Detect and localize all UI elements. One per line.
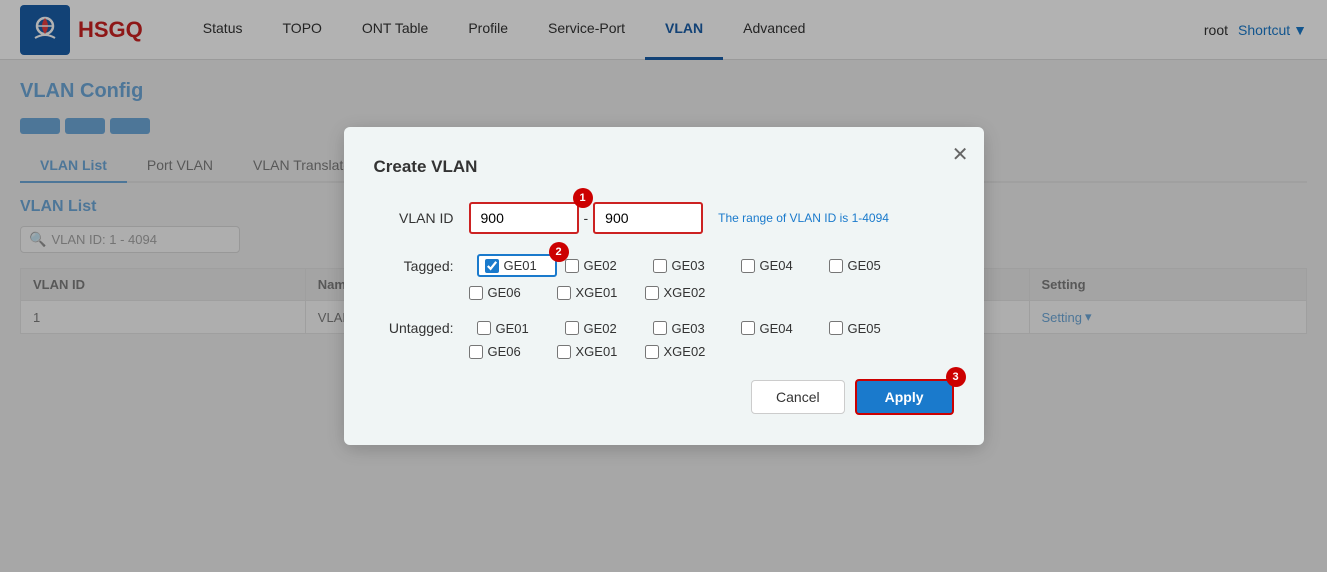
tagged-ge01-item: GE01	[477, 254, 557, 277]
vlan-range-hint: The range of VLAN ID is 1-4094	[718, 211, 889, 225]
untagged-ge01-checkbox[interactable]	[477, 321, 491, 335]
untagged-ge03-label: GE03	[672, 321, 705, 336]
tagged-xge01-item: XGE01	[557, 285, 637, 300]
untagged-xge02-item: XGE02	[645, 344, 725, 359]
tagged-ge03-checkbox[interactable]	[653, 259, 667, 273]
untagged-ge04-label: GE04	[760, 321, 793, 336]
apply-button[interactable]: Apply	[855, 379, 954, 415]
untagged-ge01-label: GE01	[496, 321, 529, 336]
untagged-ge06-item: GE06	[469, 344, 549, 359]
tagged-ge06-checkbox[interactable]	[469, 286, 483, 300]
tagged-ge03-label: GE03	[672, 258, 705, 273]
vlan-id-from-input[interactable]	[469, 202, 579, 234]
tagged-ge04-label: GE04	[760, 258, 793, 273]
tagged-xge02-checkbox[interactable]	[645, 286, 659, 300]
tagged-row: Tagged: GE01 2 GE02 GE03	[374, 254, 954, 300]
untagged-ge04-checkbox[interactable]	[741, 321, 755, 335]
vlan-id-label: VLAN ID	[374, 210, 454, 226]
tagged-ge06-label: GE06	[488, 285, 521, 300]
tagged-ge01-badge: 2	[549, 242, 569, 262]
vlan-id-badge-1: 1	[573, 188, 593, 208]
untagged-ge06-label: GE06	[488, 344, 521, 359]
tagged-xge01-checkbox[interactable]	[557, 286, 571, 300]
tagged-ge01-checkbox[interactable]	[485, 259, 499, 273]
untagged-xge01-checkbox[interactable]	[557, 345, 571, 359]
tagged-ge05-checkbox[interactable]	[829, 259, 843, 273]
untagged-xge02-checkbox[interactable]	[645, 345, 659, 359]
untagged-ge02-label: GE02	[584, 321, 617, 336]
untagged-row: Untagged: GE01 GE02 GE03 GE04	[374, 320, 954, 359]
tagged-ge02-checkbox[interactable]	[565, 259, 579, 273]
tagged-ge02-label: GE02	[584, 258, 617, 273]
dash: -	[584, 210, 589, 226]
untagged-label: Untagged:	[374, 320, 454, 336]
vlan-id-to-input[interactable]	[593, 202, 703, 234]
untagged-ge02-item: GE02	[565, 321, 645, 336]
apply-badge: 3	[946, 367, 966, 387]
tagged-xge02-label: XGE02	[664, 285, 706, 300]
tagged-ge02-item: GE02	[565, 258, 645, 273]
tagged-xge01-label: XGE01	[576, 285, 618, 300]
untagged-ge04-item: GE04	[741, 321, 821, 336]
untagged-xge01-item: XGE01	[557, 344, 637, 359]
tagged-ge06-item: GE06	[469, 285, 549, 300]
untagged-ge05-label: GE05	[848, 321, 881, 336]
tagged-xge02-item: XGE02	[645, 285, 725, 300]
tagged-ge05-item: GE05	[829, 258, 909, 273]
tagged-ge03-item: GE03	[653, 258, 733, 273]
modal-overlay: Create VLAN ✕ VLAN ID 1 - The range of V…	[0, 0, 1327, 572]
modal-close-button[interactable]: ✕	[952, 142, 969, 167]
untagged-ge05-item: GE05	[829, 321, 909, 336]
vlan-id-row: VLAN ID 1 - The range of VLAN ID is 1-40…	[374, 202, 954, 234]
untagged-ge02-checkbox[interactable]	[565, 321, 579, 335]
tagged-ge04-checkbox[interactable]	[741, 259, 755, 273]
ge01-tagged-wrapper: GE01 2	[477, 254, 557, 277]
untagged-ge01-item: GE01	[477, 321, 557, 336]
cancel-button[interactable]: Cancel	[751, 380, 845, 414]
vlan-id-from-wrapper: 1	[469, 202, 579, 234]
untagged-ge03-item: GE03	[653, 321, 733, 336]
untagged-xge01-label: XGE01	[576, 344, 618, 359]
tagged-label: Tagged:	[374, 258, 454, 274]
untagged-ge03-checkbox[interactable]	[653, 321, 667, 335]
modal-footer: Cancel Apply 3	[374, 379, 954, 415]
tagged-ge05-label: GE05	[848, 258, 881, 273]
vlan-id-inputs: 1 - The range of VLAN ID is 1-4094	[469, 202, 889, 234]
apply-wrapper: Apply 3	[855, 379, 954, 415]
tagged-ge04-item: GE04	[741, 258, 821, 273]
create-vlan-modal: Create VLAN ✕ VLAN ID 1 - The range of V…	[344, 127, 984, 445]
untagged-xge02-label: XGE02	[664, 344, 706, 359]
untagged-ge05-checkbox[interactable]	[829, 321, 843, 335]
untagged-ge06-checkbox[interactable]	[469, 345, 483, 359]
tagged-ge01-label: GE01	[504, 258, 537, 273]
modal-title: Create VLAN	[374, 157, 954, 177]
